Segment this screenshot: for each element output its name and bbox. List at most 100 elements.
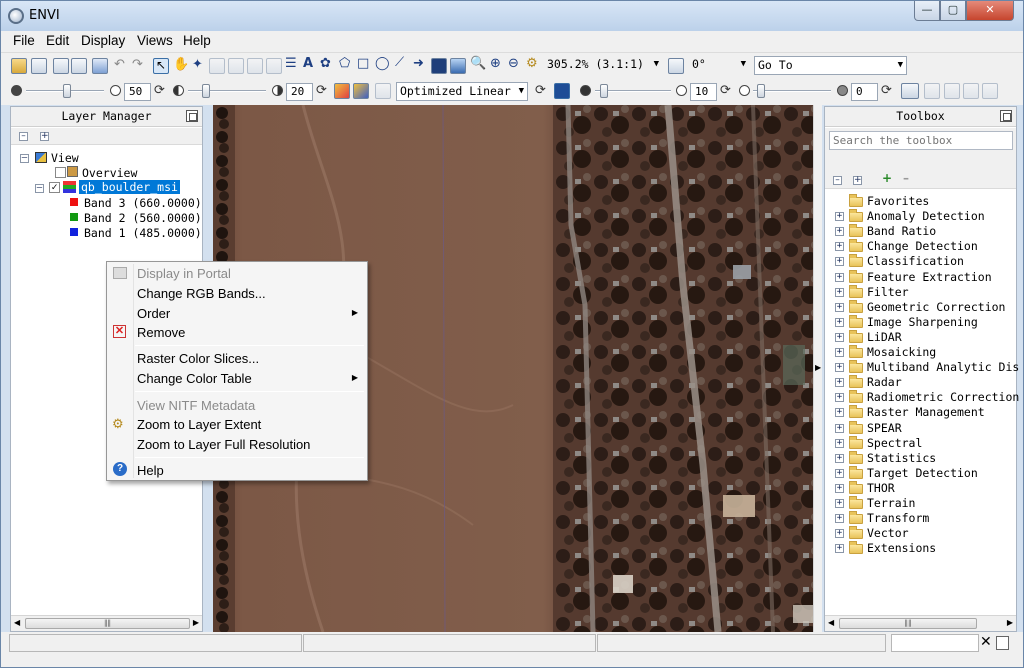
zoom-to-full-resolution-item[interactable]: Zoom to Layer Full Resolution <box>137 437 310 452</box>
sharpen-input[interactable]: 10 <box>690 83 717 101</box>
collapse-right-icon[interactable]: ▶ <box>815 363 821 372</box>
expand-folder-icon[interactable]: + <box>835 393 844 403</box>
reset-stretch-icon[interactable]: ⟳ <box>535 83 546 98</box>
order-item[interactable]: Order <box>137 306 170 321</box>
change-color-table-item[interactable]: Change Color Table <box>137 371 252 386</box>
minimize-button[interactable]: — <box>914 1 940 21</box>
expand-folder-icon[interactable]: + <box>835 302 844 312</box>
expand-folder-icon[interactable]: + <box>835 468 844 478</box>
reset-contrast-icon[interactable]: ⟳ <box>316 83 327 98</box>
stretch-icon[interactable] <box>353 83 369 99</box>
remove-item[interactable]: Remove <box>137 325 185 340</box>
overlay-icon[interactable] <box>450 58 466 74</box>
expand-folder-icon[interactable]: + <box>835 423 844 433</box>
select-tool-icon[interactable]: ↖ <box>153 58 169 74</box>
sharpen-slider[interactable] <box>600 84 608 98</box>
collapse-all-icon[interactable]: – <box>19 132 28 141</box>
expand-folder-icon[interactable]: + <box>835 544 844 554</box>
expand-all-icon[interactable]: + <box>40 132 49 141</box>
expand-folder-icon[interactable]: + <box>835 378 844 388</box>
rectangle-annotation-icon[interactable]: □ <box>357 56 369 71</box>
undo-icon[interactable]: ↶ <box>114 57 125 72</box>
copy-icon[interactable] <box>963 83 979 99</box>
menu-views[interactable]: Views <box>137 33 173 48</box>
arrow-annotation-icon[interactable]: ➜ <box>413 56 424 71</box>
expand-folder-icon[interactable]: + <box>835 287 844 297</box>
cursor-value-icon[interactable] <box>247 58 263 74</box>
expand-folder-icon[interactable]: + <box>835 332 844 342</box>
contrast-input[interactable]: 20 <box>286 83 313 101</box>
contrast-slider[interactable] <box>202 84 210 98</box>
collapse-all-icon[interactable]: – <box>833 176 842 185</box>
expand-folder-icon[interactable]: + <box>835 529 844 539</box>
menu-display[interactable]: Display <box>81 33 125 48</box>
expand-folder-icon[interactable]: + <box>835 212 844 222</box>
redo-icon[interactable]: ↷ <box>132 57 143 72</box>
raster-color-slices-item[interactable]: Raster Color Slices... <box>137 351 259 366</box>
rotate-view-icon[interactable] <box>668 58 684 74</box>
scroll-left-icon[interactable]: ◀ <box>828 618 834 627</box>
transparency-slider[interactable] <box>757 84 765 98</box>
collapse-view-icon[interactable]: – <box>20 154 29 163</box>
toolbox-hscroll[interactable]: ◀ ‖‖ ▶ <box>825 615 1016 631</box>
change-rgb-bands-item[interactable]: Change RGB Bands... <box>137 286 266 301</box>
expand-folder-icon[interactable]: + <box>835 514 844 524</box>
layer-icon[interactable] <box>53 58 69 74</box>
zoom-in-icon[interactable]: ⊕ <box>490 56 501 71</box>
zoom-full-icon[interactable]: ⚙ <box>526 56 538 71</box>
cancel-process-icon[interactable]: ✕ <box>980 634 992 650</box>
expand-folder-icon[interactable]: + <box>835 363 844 373</box>
ellipse-annotation-icon[interactable]: ◯ <box>375 56 390 71</box>
hscroll-thumb[interactable]: ‖‖ <box>25 618 190 629</box>
maximize-button[interactable]: ▢ <box>940 1 966 21</box>
fly-tool-icon[interactable]: ✦ <box>192 57 203 72</box>
remove-favorite-icon[interactable]: – <box>903 171 909 185</box>
menu-help[interactable]: Help <box>183 33 211 48</box>
new-view-icon[interactable] <box>71 58 87 74</box>
expand-folder-icon[interactable]: + <box>835 499 844 508</box>
collapse-raster-icon[interactable]: – <box>35 184 44 193</box>
expand-all-icon[interactable]: + <box>853 176 862 185</box>
transparency-input[interactable]: 0 <box>851 83 878 101</box>
scroll-right-icon[interactable]: ▶ <box>1007 618 1013 627</box>
expand-folder-icon[interactable]: + <box>835 483 844 493</box>
help-item[interactable]: Help <box>137 463 164 478</box>
goto-combo[interactable]: Go To ▼ <box>754 56 907 75</box>
export-icon[interactable] <box>924 83 940 99</box>
grid-icon[interactable] <box>92 58 108 74</box>
expand-folder-icon[interactable]: + <box>835 317 844 327</box>
scroll-right-icon[interactable]: ▶ <box>193 618 199 627</box>
rotation-combo[interactable]: 0° ▼ <box>689 56 749 75</box>
data-manager-icon[interactable] <box>31 58 47 74</box>
stretch-type-combo[interactable]: Optimized Linear ▼ <box>396 82 528 101</box>
zoom-tool-icon[interactable]: 🔍 <box>470 56 486 71</box>
view-nitf-metadata-item[interactable]: View NITF Metadata <box>137 398 255 413</box>
close-window-button[interactable]: ✕ <box>966 1 1014 21</box>
expand-folder-icon[interactable]: + <box>835 227 844 237</box>
layer-manager-hscroll[interactable]: ◀ ‖‖ ▶ <box>11 615 202 631</box>
expand-folder-icon[interactable]: + <box>835 257 844 267</box>
text-annotation-icon[interactable]: A <box>303 56 313 71</box>
symbol-annotation-icon[interactable]: ✿ <box>320 56 331 71</box>
raster-checkbox[interactable]: ✓ <box>49 182 60 193</box>
hscroll-thumb[interactable]: ‖‖ <box>839 618 977 629</box>
brightness-input[interactable]: 50 <box>124 83 151 101</box>
zoom-out-icon[interactable]: ⊖ <box>508 56 519 71</box>
pixel-locator-icon[interactable] <box>266 58 282 74</box>
zoom-to-layer-extent-item[interactable]: Zoom to Layer Extent <box>137 417 261 432</box>
expand-folder-icon[interactable]: + <box>835 453 844 463</box>
histogram-icon[interactable] <box>334 83 350 99</box>
expand-folder-icon[interactable]: + <box>835 408 844 418</box>
process-manager-icon[interactable] <box>996 636 1009 650</box>
crosshair-icon[interactable] <box>228 58 244 74</box>
contrast-track[interactable] <box>188 90 266 92</box>
toolbox-search-input[interactable] <box>829 131 1013 150</box>
picture-annotation-icon[interactable] <box>431 58 447 74</box>
polygon-annotation-icon[interactable]: ⬠ <box>339 56 350 71</box>
display-in-portal-item[interactable]: Display in Portal <box>137 266 231 281</box>
toolbox-splitter[interactable]: ▶ <box>813 105 822 632</box>
expand-folder-icon[interactable]: + <box>835 348 844 357</box>
save-view-icon[interactable] <box>982 83 998 99</box>
add-favorite-icon[interactable]: + <box>882 171 892 185</box>
menu-file[interactable]: File <box>13 33 35 48</box>
